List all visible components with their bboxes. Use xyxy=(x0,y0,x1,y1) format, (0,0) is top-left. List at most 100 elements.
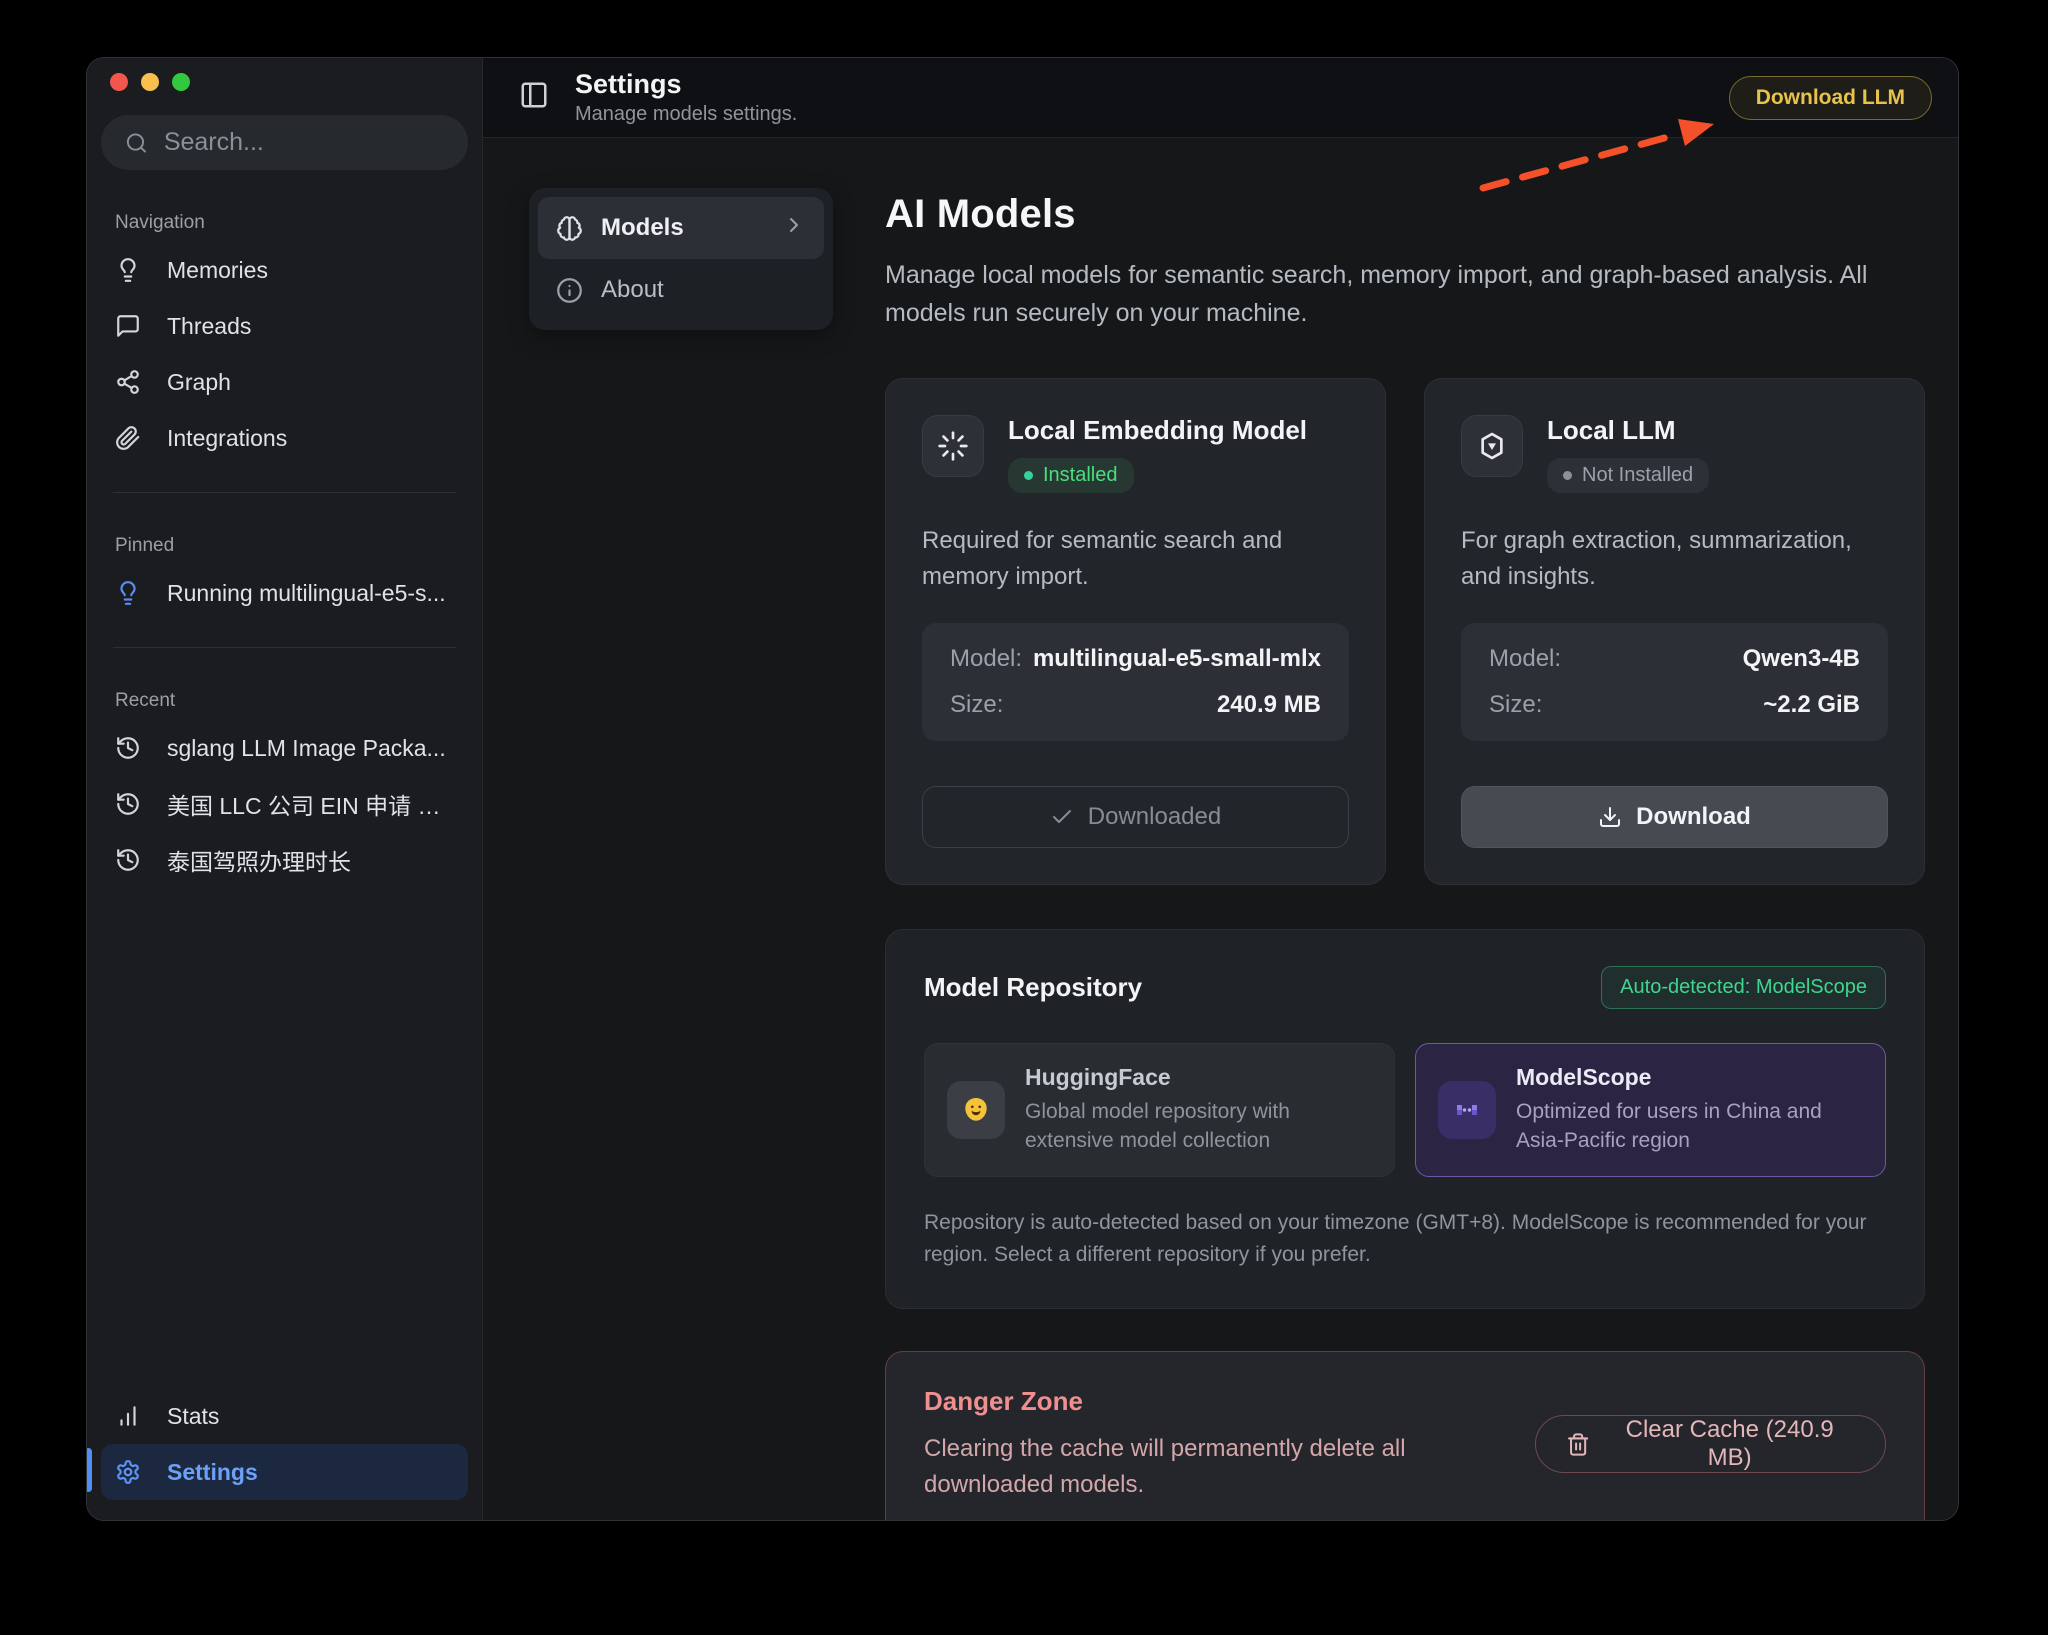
danger-zone-description: Clearing the cache will permanently dele… xyxy=(924,1431,1535,1503)
sidebar-item-recent-thread[interactable]: 美国 LLC 公司 EIN 申请 Ap... xyxy=(101,776,468,832)
status-badge: Not Installed xyxy=(1547,458,1709,493)
page-title: Settings xyxy=(575,69,797,100)
sidebar-item-stats[interactable]: Stats xyxy=(101,1388,468,1444)
tab-models[interactable]: Models xyxy=(538,197,824,259)
share-nodes-icon xyxy=(115,369,141,395)
size-label: Size: xyxy=(950,691,1003,719)
models-section: AI Models Manage local models for semant… xyxy=(885,138,1925,1521)
repository-options: HuggingFace Global model repository with… xyxy=(924,1043,1886,1177)
download-icon xyxy=(1598,805,1622,829)
sidebar-section-label: Navigation xyxy=(115,212,468,234)
embedding-model-card: Local Embedding Model Installed Required… xyxy=(885,378,1386,885)
model-label: Model: xyxy=(1489,645,1561,673)
section-title: AI Models xyxy=(885,192,1925,237)
size-value: ~2.2 GiB xyxy=(1763,691,1860,719)
repository-option-huggingface[interactable]: HuggingFace Global model repository with… xyxy=(924,1043,1395,1177)
toggle-sidebar-button[interactable] xyxy=(519,80,549,115)
section-description: Manage local models for semantic search,… xyxy=(885,257,1925,332)
model-label: Model: xyxy=(950,645,1022,673)
repository-option-name: HuggingFace xyxy=(1025,1064,1372,1091)
sidebar-item-label: sglang LLM Image Packa... xyxy=(167,735,446,762)
minimize-window-button[interactable] xyxy=(141,73,159,91)
modelscope-icon xyxy=(1452,1095,1482,1125)
check-icon xyxy=(1050,805,1074,829)
repository-option-description: Global model repository with extensive m… xyxy=(1025,1097,1372,1156)
model-card-title: Local LLM xyxy=(1547,415,1709,446)
sidebar-item-settings[interactable]: Settings xyxy=(101,1444,468,1500)
repository-title: Model Repository xyxy=(924,972,1142,1003)
sidebar-item-threads[interactable]: Threads xyxy=(101,298,468,354)
loader-icon xyxy=(937,430,969,462)
sidebar-item-recent-thread[interactable]: 泰国驾照办理时长 xyxy=(101,832,468,888)
sidebar-item-label: Settings xyxy=(167,1459,258,1486)
info-icon xyxy=(556,277,583,304)
sidebar-footer: Stats Settings xyxy=(101,1388,468,1520)
repository-option-modelscope[interactable]: ModelScope Optimized for users in China … xyxy=(1415,1043,1886,1177)
page-subtitle: Manage models settings. xyxy=(575,103,797,126)
llm-icon-tile xyxy=(1461,415,1523,477)
danger-zone-text: Danger Zone Clearing the cache will perm… xyxy=(924,1386,1535,1503)
sidebar-item-label: Memories xyxy=(167,257,268,284)
trash-icon xyxy=(1566,1432,1590,1457)
sidebar-section-label: Pinned xyxy=(115,535,468,557)
model-info-box: Model: Qwen3-4B Size: ~2.2 GiB xyxy=(1461,623,1888,741)
window-controls xyxy=(101,58,468,91)
main-pane: Settings Manage models settings. Downloa… xyxy=(483,58,1958,1520)
repository-option-description: Optimized for users in China and Asia-Pa… xyxy=(1516,1097,1863,1156)
sidebar-item-label: 泰国驾照办理时长 xyxy=(167,843,351,877)
sidebar-item-recent-thread[interactable]: sglang LLM Image Packa... xyxy=(101,720,468,776)
button-label: Clear Cache (240.9 MB) xyxy=(1604,1416,1855,1472)
paperclip-icon xyxy=(115,425,141,451)
sidebar-item-memories[interactable]: Memories xyxy=(101,242,468,298)
search-box[interactable] xyxy=(101,115,468,170)
downloaded-button[interactable]: Downloaded xyxy=(922,786,1349,848)
chat-bubble-icon xyxy=(115,313,141,339)
history-icon xyxy=(115,847,141,873)
danger-zone-title: Danger Zone xyxy=(924,1386,1535,1417)
active-indicator xyxy=(86,1448,92,1492)
modelscope-icon-tile xyxy=(1438,1081,1496,1139)
repository-footnote: Repository is auto-detected based on you… xyxy=(924,1207,1886,1272)
sidebar-item-integrations[interactable]: Integrations xyxy=(101,410,468,466)
settings-subnav: Models About xyxy=(529,188,833,330)
sidebar-divider xyxy=(113,492,456,493)
status-dot xyxy=(1024,471,1033,480)
model-value: Qwen3-4B xyxy=(1743,645,1860,673)
danger-zone-card: Danger Zone Clearing the cache will perm… xyxy=(885,1351,1925,1521)
sidebar-item-pinned-running-model[interactable]: Running multilingual-e5-s... xyxy=(101,565,468,621)
sidebar-item-graph[interactable]: Graph xyxy=(101,354,468,410)
sidebar-item-label: 美国 LLC 公司 EIN 申请 Ap... xyxy=(167,787,454,821)
history-icon xyxy=(115,791,141,817)
sidebar-item-label: Running multilingual-e5-s... xyxy=(167,580,446,607)
sidebar: Navigation Memories Threads Graph Integr… xyxy=(87,58,483,1520)
zoom-window-button[interactable] xyxy=(172,73,190,91)
brain-icon xyxy=(556,215,583,242)
history-icon xyxy=(115,735,141,761)
lightbulb-icon xyxy=(115,580,141,606)
hexagon-model-icon xyxy=(1476,430,1508,462)
search-input[interactable] xyxy=(164,128,444,157)
settings-content: Models About AI Models Manage local mode… xyxy=(483,138,1958,1521)
status-label: Installed xyxy=(1043,464,1118,487)
header-titles: Settings Manage models settings. xyxy=(575,69,797,126)
size-value: 240.9 MB xyxy=(1217,691,1321,719)
model-card-description: For graph extraction, summarization, and… xyxy=(1461,523,1888,595)
close-window-button[interactable] xyxy=(110,73,128,91)
chevron-right-icon xyxy=(782,213,806,244)
sidebar-divider xyxy=(113,647,456,648)
download-button[interactable]: Download xyxy=(1461,786,1888,848)
local-llm-card: Local LLM Not Installed For graph extrac… xyxy=(1424,378,1925,885)
model-card-description: Required for semantic search and memory … xyxy=(922,523,1349,595)
model-value: multilingual-e5-small-mlx xyxy=(1033,645,1321,673)
tab-about[interactable]: About xyxy=(538,259,824,321)
app-window: Navigation Memories Threads Graph Integr… xyxy=(86,57,1959,1521)
clear-cache-button[interactable]: Clear Cache (240.9 MB) xyxy=(1535,1415,1886,1473)
lightbulb-icon xyxy=(115,257,141,283)
status-dot xyxy=(1563,471,1572,480)
sidebar-section-label: Recent xyxy=(115,690,468,712)
auto-detected-badge: Auto-detected: ModelScope xyxy=(1601,966,1886,1009)
download-llm-button[interactable]: Download LLM xyxy=(1729,76,1932,120)
model-card-title: Local Embedding Model xyxy=(1008,415,1307,446)
sidebar-item-label: Stats xyxy=(167,1403,219,1430)
sidebar-item-label: Graph xyxy=(167,369,231,396)
